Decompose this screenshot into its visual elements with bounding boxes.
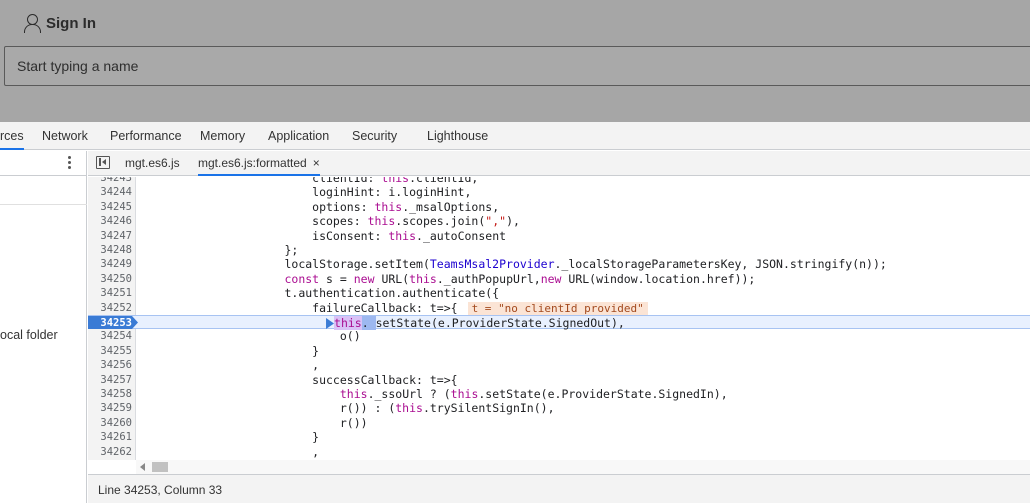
code-line[interactable]: 34243 clientId: this.clientId, [88,177,1030,185]
code-line[interactable]: 34244 loginHint: i.loginHint, [88,185,1030,199]
tab-network[interactable]: Network [42,122,88,150]
line-number[interactable]: 34255 [88,344,132,358]
code-line[interactable]: 34255 } [88,344,1030,358]
sign-in-button[interactable]: Sign In [24,12,96,34]
code-text: clientId: this.clientId, [146,177,479,185]
code-line[interactable]: 34254 o() [88,329,1030,343]
tab-sources[interactable]: rces [0,122,24,150]
code-line[interactable]: 34261 } [88,430,1030,444]
code-text: this._ssoUrl ? (this.setState(e.Provider… [339,387,728,401]
line-number[interactable]: 34243 [88,177,132,185]
line-number[interactable]: 34254 [88,329,132,343]
line-number[interactable]: 34253 [88,316,132,329]
tab-security[interactable]: Security [352,122,397,150]
code-text: } [146,430,320,445]
navigator-toolbar [0,151,86,176]
code-line[interactable]: 34246 scopes: this.scopes.join(","), [88,214,1030,228]
code-line[interactable]: 34259 r()) : (this.trySilentSignIn(), [88,401,1030,415]
code-text: successCallback: t=>{ [146,372,458,387]
code-line[interactable]: 34260 r()) [88,416,1030,430]
line-number[interactable]: 34263 [88,459,132,460]
devtools-tabbar: rces Network Performance Memory Applicat… [0,122,1030,150]
code-line[interactable]: 34252 failureCallback: t=>{t = "no clien… [88,301,1030,315]
toggle-navigator-icon[interactable] [96,156,110,169]
file-navigator: ocal folder [0,151,87,503]
line-number[interactable]: 34258 [88,387,132,401]
code-text: , [146,358,320,373]
code-line[interactable]: 34247 isConsent: this._autoConsent [88,229,1030,243]
line-number[interactable]: 34260 [88,416,132,430]
navigator-local-folder[interactable]: ocal folder [0,328,58,342]
code-text: t.authentication.authenticate({ [146,286,500,301]
code-text: scopes: this.scopes.join(","), [146,214,520,229]
line-number[interactable]: 34257 [88,373,132,387]
editor-tabbar: mgt.es6.js mgt.es6.js:formatted × [88,151,1030,176]
line-number[interactable]: 34246 [88,214,132,228]
line-number[interactable]: 34251 [88,286,132,300]
more-options-icon[interactable] [64,155,74,171]
inline-variable-value: t = "no clientId provided" [467,301,648,315]
code-text: loginHint: i.loginHint, [146,185,472,200]
code-text: }; [146,243,299,257]
line-number[interactable]: 34256 [88,358,132,372]
page-preview: Sign In [0,0,1030,122]
code-line[interactable]: 34253 this. setState(e.ProviderState.Sig… [88,315,1030,330]
execution-caret-icon [326,318,335,329]
people-picker-input[interactable] [17,55,917,77]
code-text: isConsent: this._autoConsent [146,228,507,243]
line-number[interactable]: 34252 [88,301,132,315]
navigator-divider [0,204,87,205]
code-text: r()) [146,415,368,430]
horizontal-scrollbar[interactable] [136,460,1030,474]
code-line[interactable]: 34251 t.authentication.authenticate({ [88,286,1030,300]
code-text: failureCallback: t=>{t = "no clientId pr… [146,301,648,316]
sign-in-label: Sign In [46,14,96,32]
code-text: o() [146,329,361,344]
code-line[interactable]: 34256 , [88,358,1030,372]
cursor-position: Line 34253, Column 33 [98,483,223,497]
line-number[interactable]: 34249 [88,257,132,271]
close-tab-icon[interactable]: × [313,151,320,176]
code-editor[interactable]: 34243 clientId: this.clientId, 34244 logi… [88,177,1030,460]
line-number[interactable]: 34245 [88,200,132,214]
line-number[interactable]: 34248 [88,243,132,257]
scroll-left-icon[interactable] [140,463,145,471]
tab-performance[interactable]: Performance [110,122,182,150]
tab-application[interactable]: Application [268,122,329,150]
code-line[interactable]: 34257 successCallback: t=>{ [88,373,1030,387]
scrollbar-thumb[interactable] [152,462,168,472]
editor-tab-mgt-es6-formatted[interactable]: mgt.es6.js:formatted × [198,151,320,176]
code-text: options: this._msalOptions, [146,199,500,214]
editor-tab-label: mgt.es6.js:formatted [198,156,307,170]
editor-tab-mgt-es6[interactable]: mgt.es6.js [125,151,180,176]
people-picker[interactable] [4,46,1030,86]
code-text: } [146,343,320,358]
devtools-panel: rces Network Performance Memory Applicat… [0,122,1030,503]
line-number[interactable]: 34244 [88,185,132,199]
code-line[interactable]: 34262 , [88,445,1030,459]
line-number[interactable]: 34247 [88,229,132,243]
line-number[interactable]: 34250 [88,272,132,286]
code-text: this. setState(e.ProviderState.SignedOut… [146,316,625,330]
line-number[interactable]: 34261 [88,430,132,444]
code-line[interactable]: 34249 localStorage.setItem(TeamsMsal2Pro… [88,257,1030,271]
status-bar: Line 34253, Column 33 [88,474,1030,503]
code-line[interactable]: 34250 const s = new URL(this._authPopupU… [88,272,1030,286]
code-text: , [146,444,320,459]
line-number[interactable]: 34259 [88,401,132,415]
code-text: localStorage.setItem(TeamsMsal2Provider.… [146,257,887,272]
code-line[interactable]: 34248 }; [88,243,1030,257]
code-text: r()) : (this.trySilentSignIn(), [146,401,555,416]
line-number[interactable]: 34262 [88,445,132,459]
person-icon [24,14,41,33]
code-line[interactable]: 34258 this._ssoUrl ? (this.setState(e.Pr… [88,387,1030,401]
paused-line-marker[interactable]: 34253 [88,316,138,329]
code-text: const s = new URL(this._authPopupUrl,new… [284,271,756,286]
tab-lighthouse[interactable]: Lighthouse [427,122,488,150]
tab-memory[interactable]: Memory [200,122,245,150]
code-line[interactable]: 34245 options: this._msalOptions, [88,200,1030,214]
